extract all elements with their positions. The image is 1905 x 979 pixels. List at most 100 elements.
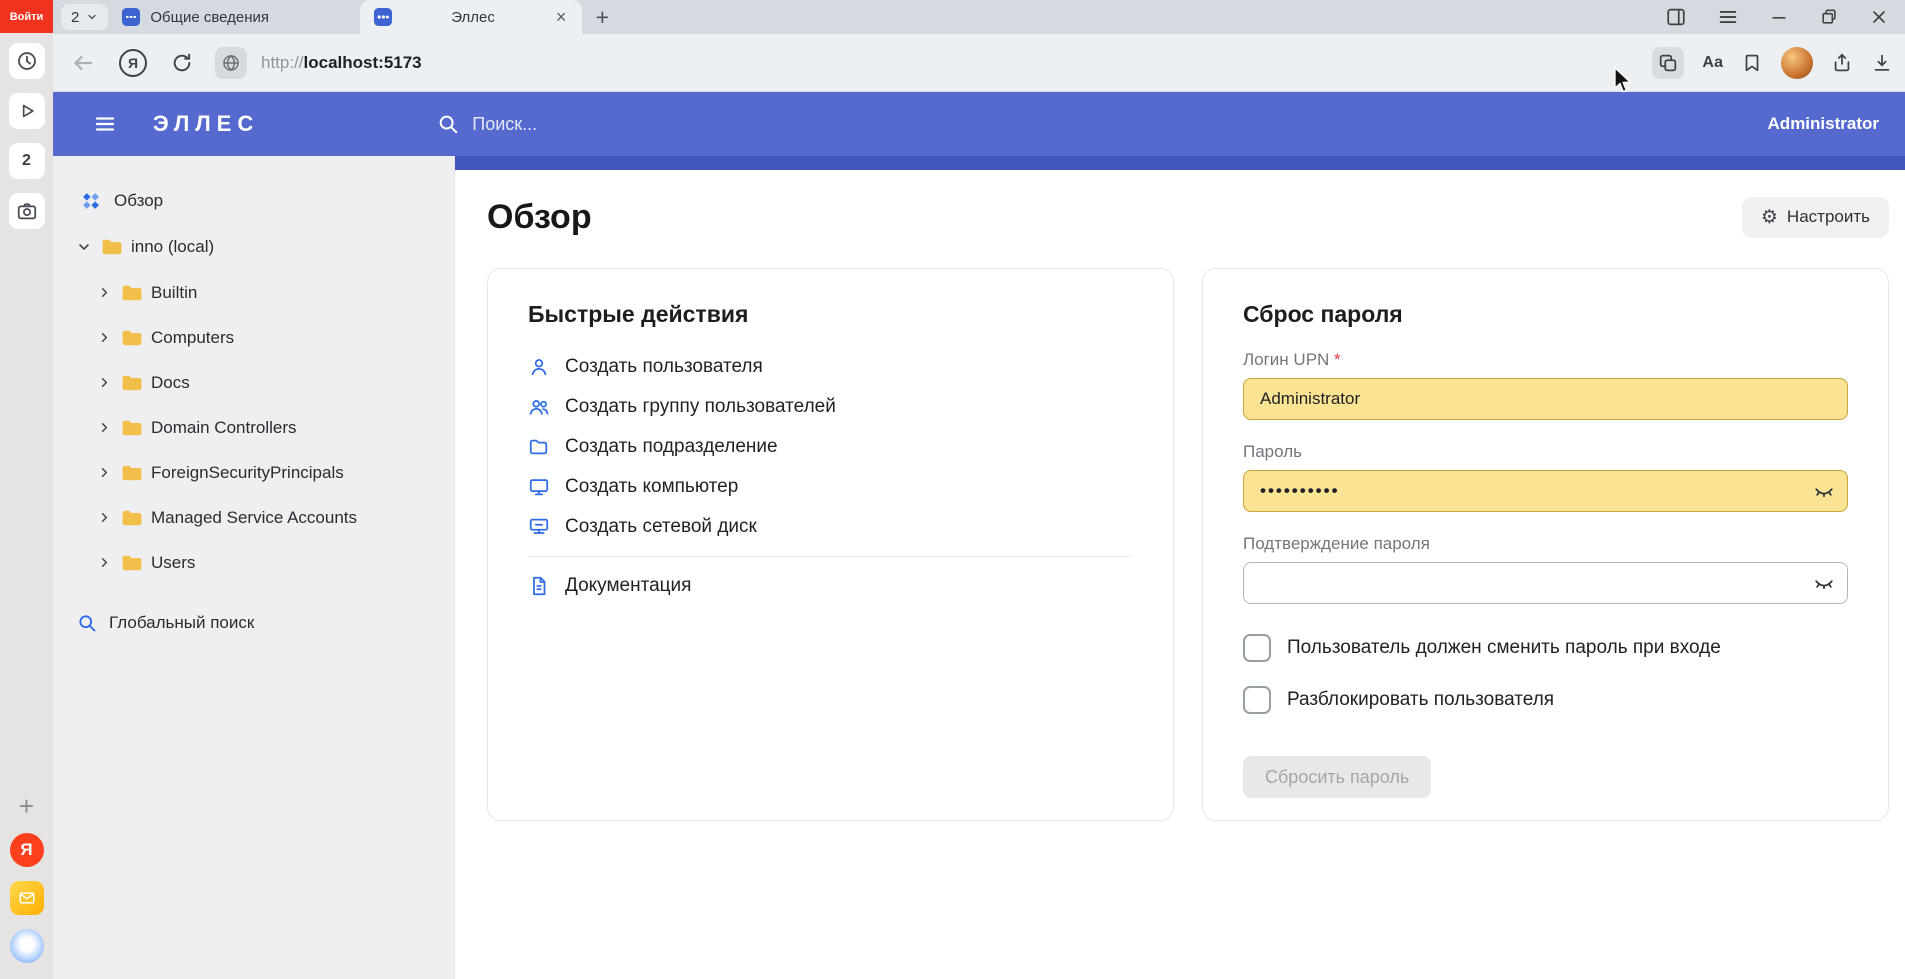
configure-button[interactable]: ⚙ Настроить [1742,197,1889,238]
sidebar-item-global-search[interactable]: Глобальный поиск [53,603,454,643]
side-panel-icon[interactable] [1665,6,1687,28]
tab-obshchie-svedeniya[interactable]: Общие сведения [108,0,360,34]
alice-icon[interactable] [10,929,44,963]
chevron-down-icon [86,11,98,23]
quick-action-create-computer[interactable]: Создать компьютер [528,474,1133,500]
download-icon[interactable] [1871,52,1893,74]
sidebar-add-icon[interactable]: + [19,793,34,819]
tab-favicon [374,8,392,26]
folder-icon [101,238,123,256]
current-user[interactable]: Administrator [1768,114,1879,134]
tree-root-label: inno (local) [131,237,214,257]
tab-count-badge[interactable]: 2 [9,143,45,179]
minimize-window-icon[interactable] [1769,7,1789,27]
tab-title: Общие сведения [150,9,269,26]
checkbox[interactable] [1243,634,1271,662]
checkbox[interactable] [1243,686,1271,714]
restore-window-icon[interactable] [1819,7,1839,27]
folder-icon [121,464,143,482]
confirm-password-label: Подтверждение пароля [1243,534,1848,554]
login-upn-input[interactable] [1243,378,1848,420]
app-logo[interactable]: ЭЛЛЕС [153,111,259,137]
tree-item-domain-controllers[interactable]: Domain Controllers [53,405,454,450]
tab-elles[interactable]: Эллес × [360,0,582,34]
open-in-new-window-icon[interactable] [1652,47,1684,79]
close-tab-icon[interactable]: × [554,7,569,28]
back-icon[interactable] [71,51,95,75]
login-button[interactable]: Войти [0,0,53,33]
chevron-right-icon[interactable] [95,420,113,435]
folder-icon [121,329,143,347]
share-icon[interactable] [1831,52,1853,74]
chevron-right-icon[interactable] [95,330,113,345]
documentation-link[interactable]: Документация [528,573,1133,599]
chevron-right-icon[interactable] [95,555,113,570]
tree-item-label: Docs [151,373,190,393]
chevron-right-icon[interactable] [95,465,113,480]
tree-item-docs[interactable]: Docs [53,360,454,405]
browser-menu-icon[interactable] [1717,6,1739,28]
quick-action-create-user-group[interactable]: Создать группу пользователей [528,394,1133,420]
login-upn-label: Логин UPN * [1243,350,1848,370]
reload-icon[interactable] [171,52,193,74]
tree-item-label: Computers [151,328,234,348]
close-window-icon[interactable] [1869,7,1889,27]
tree-item-label: Domain Controllers [151,418,297,438]
app-sidebar: Обзор inno (local) Bui [53,156,455,979]
quick-action-label: Создать компьютер [565,476,738,498]
computer-icon [528,476,550,498]
documentation-link-label: Документация [565,575,691,597]
yandex-mail-icon[interactable] [10,881,44,915]
url-host: localhost:5173 [304,53,422,72]
chevron-right-icon[interactable] [95,375,113,390]
required-mark: * [1334,350,1341,369]
yandex-logo[interactable]: Я [10,833,44,867]
confirm-password-input[interactable] [1243,562,1848,604]
tree-item-computers[interactable]: Computers [53,315,454,360]
tree-item-managed-service-accounts[interactable]: Managed Service Accounts [53,495,454,540]
translate-icon[interactable]: Аа [1702,54,1723,72]
tree-item-label: Users [151,553,195,573]
password-input[interactable] [1243,470,1848,512]
profile-avatar[interactable] [1781,47,1813,79]
tree-item-users[interactable]: Users [53,540,454,585]
eye-off-icon[interactable] [1813,480,1835,502]
checkbox-label: Разблокировать пользователя [1287,689,1554,711]
password-label: Пароль [1243,442,1848,462]
tree-item-label: ForeignSecurityPrincipals [151,463,344,483]
page-title: Обзор [487,198,592,237]
quick-actions-title: Быстрые действия [528,301,1133,328]
bookmark-icon[interactable] [1741,52,1763,74]
chevron-right-icon[interactable] [95,510,113,525]
tree-item-foreign-security-principals[interactable]: ForeignSecurityPrincipals [53,450,454,495]
network-drive-icon [528,516,550,538]
password-reset-title: Сброс пароля [1243,301,1848,328]
quick-action-create-user[interactable]: Создать пользователя [528,354,1133,380]
history-icon[interactable] [9,43,45,79]
tab-group-chip[interactable]: 2 [61,4,108,30]
app-menu-icon[interactable] [93,112,117,136]
folder-icon [121,284,143,302]
chevron-right-icon[interactable] [95,285,113,300]
sidebar-item-overview[interactable]: Обзор [53,182,454,220]
quick-action-create-org-unit[interactable]: Создать подразделение [528,434,1133,460]
tree-item-label: Managed Service Accounts [151,508,357,528]
url-field[interactable]: http://localhost:5173 [261,53,422,73]
reset-password-button[interactable]: Сбросить пароль [1243,756,1431,798]
screenshot-icon[interactable] [9,193,45,229]
new-tab-button[interactable]: + [582,0,622,34]
must-change-password-option[interactable]: Пользователь должен сменить пароль при в… [1243,634,1848,662]
ya-search-icon[interactable]: Я [119,49,147,77]
sidebar-item-label: Обзор [114,191,163,211]
search-input[interactable] [472,114,772,135]
tree-item-builtin[interactable]: Builtin [53,270,454,315]
eye-off-icon[interactable] [1813,572,1835,594]
tree-root-inno-local[interactable]: inno (local) [53,224,454,270]
site-icon[interactable] [215,47,247,79]
password-reset-card: Сброс пароля Логин UPN * Пароль [1202,268,1889,821]
divider [528,556,1133,557]
chevron-down-icon[interactable] [75,239,93,255]
quick-action-create-network-drive[interactable]: Создать сетевой диск [528,514,1133,540]
unlock-user-option[interactable]: Разблокировать пользователя [1243,686,1848,714]
play-icon[interactable] [9,93,45,129]
